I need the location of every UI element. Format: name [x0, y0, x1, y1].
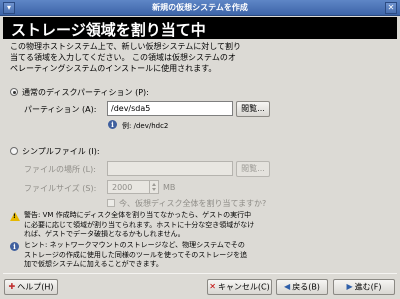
- partition-radio[interactable]: [10, 88, 18, 96]
- file-location-browse-button[interactable]: 閲覧...: [236, 161, 270, 177]
- info-icon: i: [108, 120, 117, 129]
- cancel-icon: ✕: [209, 282, 216, 291]
- file-size-spinner[interactable]: 2000: [107, 180, 159, 194]
- help-icon: ✚: [8, 282, 16, 291]
- forward-button-label: 進む(F): [354, 282, 382, 292]
- file-location-label: ファイルの場所 (L):: [24, 165, 96, 174]
- intro-text: この物理ホストシステム上で、新しい仮想システムに対して割り 当てる領域を入力して…: [10, 41, 390, 74]
- hint-info-icon: i: [10, 242, 19, 251]
- hint-text: ヒント: ネットワークマウントのストレージなど、物理システムでその ストレージの…: [24, 241, 384, 270]
- page-header: ストレージ領域を割り当て中: [3, 17, 397, 39]
- page-title: ストレージ領域を割り当て中: [11, 21, 206, 39]
- spinner-up-icon[interactable]: [152, 183, 156, 186]
- intro-line: この物理ホストシステム上で、新しい仮想システムに対して割り: [10, 42, 241, 51]
- spinner-arrows[interactable]: [149, 181, 158, 193]
- help-button[interactable]: ✚ ヘルプ(H): [4, 279, 58, 295]
- button-separator: [3, 273, 397, 274]
- warning-line: 警告: VM 作成時にディスク全体を割り当てなかったら、ゲストの実行中: [24, 211, 252, 219]
- title-bar: ▾ 新規の仮想システムを作成 ✕: [0, 0, 400, 16]
- spinner-down-icon[interactable]: [152, 188, 156, 191]
- partition-example: 例: /dev/hdc2: [122, 122, 169, 130]
- file-size-label: ファイルサイズ (S):: [24, 184, 97, 193]
- warning-line: れば、ゲストでデータ破損となるかもしれません。: [24, 230, 185, 238]
- intro-line: 当てる領域を入力してください。 この領域は仮想システムのオ: [10, 53, 236, 62]
- cancel-button-label: キャンセル(C): [217, 282, 270, 292]
- simple-file-radio[interactable]: [10, 147, 18, 155]
- intro-line: ペレーティングシステムのインストールに使用されます。: [10, 64, 217, 73]
- back-button-label: 戻る(B): [292, 282, 320, 292]
- back-arrow-icon: ◀: [284, 282, 291, 291]
- help-button-label: ヘルプ(H): [17, 282, 54, 292]
- partition-field-label: パーティション (A):: [24, 105, 97, 114]
- warning-line: に必要に応じて領域が割り当てられます。ホストに十分な空き領域がなけ: [24, 220, 255, 229]
- forward-button[interactable]: ▶ 進む(F): [333, 279, 395, 295]
- partition-browse-button[interactable]: 閲覧...: [236, 101, 270, 117]
- window-title: 新規の仮想システムを作成: [152, 3, 248, 12]
- cancel-button[interactable]: ✕ キャンセル(C): [207, 279, 272, 295]
- forward-arrow-icon: ▶: [346, 282, 353, 291]
- back-button[interactable]: ◀ 戻る(B): [276, 279, 328, 295]
- file-size-unit: MB: [163, 183, 176, 192]
- hint-line: ストレージの作成に使用した同様のツールを使ってそのストレージを追: [24, 250, 248, 259]
- window-close-button[interactable]: ✕: [385, 2, 397, 14]
- file-size-value: 2000: [112, 183, 133, 192]
- warning-text: 警告: VM 作成時にディスク全体を割り当てなかったら、ゲストの実行中 に必要に…: [24, 211, 384, 240]
- allocate-checkbox-label[interactable]: 今、仮想ディスク全体を割り当てますか?: [119, 198, 266, 209]
- warning-icon: !: [10, 212, 20, 221]
- hint-line: ヒント: ネットワークマウントのストレージなど、物理システムでその: [24, 241, 245, 249]
- simple-file-radio-label[interactable]: シンプルファイル (I):: [22, 146, 100, 157]
- file-location-input[interactable]: [107, 161, 233, 176]
- partition-input[interactable]: /dev/sda5: [107, 101, 233, 116]
- partition-radio-label[interactable]: 通常のディスクパーティション (P):: [22, 87, 149, 98]
- allocate-checkbox[interactable]: [107, 199, 115, 207]
- hint-line: 加で仮想システムに加えることができます。: [24, 260, 163, 268]
